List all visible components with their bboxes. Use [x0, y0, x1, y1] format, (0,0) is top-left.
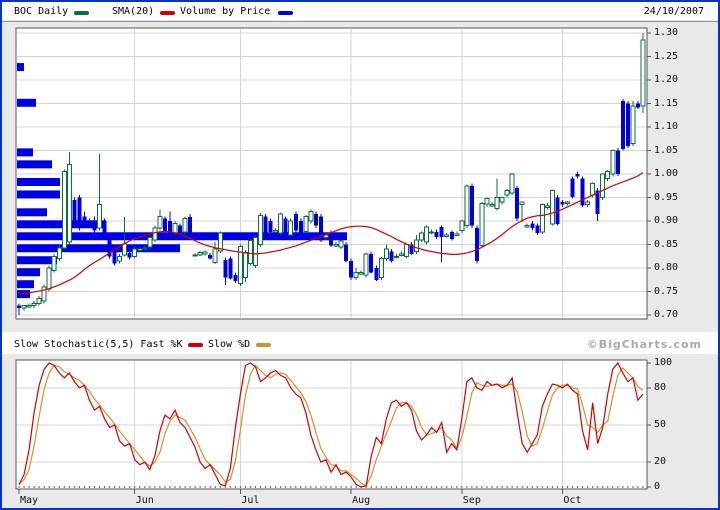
stoch-k-legend-label: Slow Stochastic(5,5) Fast %K	[14, 339, 183, 351]
month-label: Jul	[237, 495, 263, 507]
price-axis-label: 0.70	[654, 309, 678, 321]
price-axis-label: 1.20	[654, 74, 678, 86]
month-label: Sep	[459, 495, 485, 507]
sma-legend-swatch	[160, 11, 175, 15]
stoch-d-legend-label: Slow %D	[208, 339, 250, 351]
price-axis-label: 0.80	[654, 262, 678, 274]
price-axis-label: 1.30	[654, 27, 678, 39]
symbol-legend-swatch	[74, 11, 89, 15]
price-axis-label: 1.15	[654, 98, 678, 110]
month-label: Jun	[132, 495, 158, 507]
stoch-k-legend-swatch	[188, 343, 203, 347]
volume-legend-swatch	[278, 11, 293, 15]
price-axis-label: 0.90	[654, 215, 678, 227]
bigcharts-attribution: ©BigCharts.com	[587, 338, 702, 351]
stoch-axis-label: 20	[654, 456, 666, 468]
price-axis-label: 1.25	[654, 51, 678, 63]
price-axis-label: 1.05	[654, 145, 678, 157]
month-label: Aug	[348, 495, 374, 507]
chart-date: 24/10/2007	[644, 6, 704, 18]
stoch-d-legend-swatch	[256, 343, 271, 347]
stoch-axis-label: 50	[654, 419, 666, 431]
month-label: May	[16, 495, 42, 507]
month-label: Oct	[559, 495, 585, 507]
sma-legend-label: SMA(20)	[112, 6, 154, 18]
price-axis-label: 0.85	[654, 239, 678, 251]
stoch-axis-label: 0	[654, 481, 660, 493]
price-axis-label: 1.10	[654, 121, 678, 133]
volume-legend-label: Volume by Price	[180, 6, 270, 18]
stoch-axis-label: 100	[654, 357, 672, 369]
symbol-legend-label: BOC Daily	[14, 6, 68, 18]
price-axis-label: 0.95	[654, 192, 678, 204]
price-axis-label: 1.00	[654, 168, 678, 180]
stoch-axis-label: 80	[654, 382, 666, 394]
price-axis-label: 0.75	[654, 286, 678, 298]
bigcharts-stock-chart: BOC Daily SMA(20) Volume by Price 24/10/…	[0, 0, 720, 510]
chart-canvas	[2, 2, 720, 510]
